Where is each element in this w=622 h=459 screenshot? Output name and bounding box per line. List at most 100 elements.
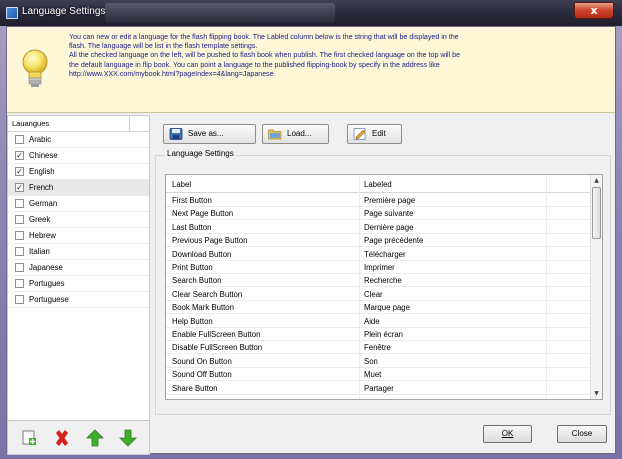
edit-button[interactable]: Edit <box>347 124 402 144</box>
column-header-label[interactable]: Label <box>172 180 191 189</box>
cell-labeled[interactable]: Plein écran <box>364 330 403 339</box>
language-item[interactable]: Portuguese <box>8 292 149 308</box>
language-checkbox[interactable] <box>15 231 24 240</box>
table-row[interactable]: Sound On Button Son <box>166 355 592 368</box>
table-header: Label Labeled <box>166 175 592 193</box>
language-checkbox[interactable] <box>15 135 24 144</box>
language-checkbox[interactable]: ✓ <box>15 151 24 160</box>
language-label: German <box>29 199 58 208</box>
title-bar[interactable]: Language Settings x <box>0 0 622 26</box>
cell-labeled[interactable]: Page suivante <box>364 209 413 218</box>
cell-labeled[interactable]: Dernière page <box>364 223 413 232</box>
language-checkbox[interactable] <box>15 263 24 272</box>
language-item[interactable]: ✓ French <box>8 180 149 196</box>
cell-labeled[interactable]: Imprimer <box>364 263 395 272</box>
load-label: Load... <box>287 129 312 138</box>
language-item[interactable]: Arabic <box>8 132 149 148</box>
cell-labeled[interactable]: Muet <box>364 370 381 379</box>
cell-label: First Button <box>172 196 212 205</box>
language-checkbox[interactable] <box>15 215 24 224</box>
cell-labeled[interactable]: Son <box>364 357 378 366</box>
language-checkbox[interactable] <box>15 199 24 208</box>
table-row[interactable]: Previous Page Button Page précédente <box>166 234 592 248</box>
cell-labeled[interactable]: Clear <box>364 290 383 299</box>
close-button[interactable]: Close <box>557 425 607 443</box>
cell-labeled[interactable]: Fenêtre <box>364 343 391 352</box>
language-settings-label: Language Settings <box>165 149 236 158</box>
table-row[interactable]: Search Button Recherche <box>166 274 592 288</box>
cell-label: Next Page Button <box>172 209 234 219</box>
table-row[interactable]: Share Button Partager <box>166 382 592 395</box>
cell-labeled[interactable]: Page précédente <box>364 236 423 245</box>
language-label: English <box>29 167 55 176</box>
scroll-thumb[interactable] <box>592 187 601 239</box>
scroll-down-icon[interactable]: ▼ <box>591 388 602 399</box>
cell-labeled[interactable]: Aide <box>364 317 380 326</box>
cell-label: Disable FullScreen Button <box>172 343 263 353</box>
language-item[interactable]: ✓ English <box>8 164 149 180</box>
language-checkbox[interactable] <box>15 247 24 256</box>
language-label: Hebrew <box>29 231 56 240</box>
cell-label: Sound On Button <box>172 356 232 366</box>
table-row[interactable]: Help Button Aide <box>166 315 592 328</box>
scroll-up-icon[interactable]: ▲ <box>591 175 602 186</box>
delete-language-icon[interactable] <box>53 429 71 447</box>
cell-labeled[interactable]: Première page <box>364 196 415 205</box>
table-row[interactable]: Download Button Télécharger <box>166 248 592 261</box>
table-scrollbar[interactable]: ▲ ▼ <box>590 175 602 399</box>
move-up-icon[interactable] <box>86 429 104 447</box>
table-row[interactable]: Print Button Imprimer <box>166 261 592 274</box>
move-down-icon[interactable] <box>119 429 137 447</box>
table-row[interactable]: Clear Search Button Clear <box>166 288 592 301</box>
ok-label: OK <box>501 429 514 438</box>
close-window-button[interactable]: x <box>574 2 614 19</box>
language-item[interactable]: Portugues <box>8 276 149 292</box>
edit-label: Edit <box>372 129 386 138</box>
save-as-button[interactable]: Save as... <box>163 124 256 144</box>
window-title: Language Settings <box>22 6 106 17</box>
title-bar-blur <box>105 3 335 23</box>
language-item[interactable]: ✓ Chinese <box>8 148 149 164</box>
cell-labeled[interactable]: Marque page <box>364 303 410 312</box>
settings-panel: Save as... Load... Edit Language Setting… <box>155 115 615 421</box>
lightbulb-icon <box>22 49 48 87</box>
cell-label: Last Button <box>172 222 212 232</box>
language-label: Italian <box>29 247 50 256</box>
cell-label: Previous Page Button <box>172 236 248 246</box>
cell-labeled[interactable]: Partager <box>364 384 394 393</box>
language-checkbox[interactable]: ✓ <box>15 183 24 192</box>
app-icon <box>6 7 18 19</box>
table-row[interactable]: Book Mark Button Marque page <box>166 301 592 315</box>
save-as-label: Save as... <box>188 129 224 138</box>
language-list-title: Lauangues <box>12 119 50 128</box>
language-item[interactable]: Italian <box>8 244 149 260</box>
table-row[interactable]: Disable FullScreen Button Fenêtre <box>166 341 592 355</box>
language-checkbox[interactable] <box>15 295 24 304</box>
language-item[interactable]: German <box>8 196 149 212</box>
table-row[interactable]: First Button Première page <box>166 194 592 207</box>
language-item[interactable]: Hebrew <box>8 228 149 244</box>
language-checkbox[interactable] <box>15 279 24 288</box>
ok-button[interactable]: OK <box>483 425 532 443</box>
cell-label: Print Button <box>172 263 213 272</box>
language-label: Japanese <box>29 263 63 272</box>
table-row[interactable]: Sound Off Button Muet <box>166 368 592 382</box>
table-row[interactable]: Next Page Button Page suivante <box>166 207 592 221</box>
column-header-labeled[interactable]: Labeled <box>364 180 392 189</box>
language-item[interactable]: Japanese <box>8 260 149 276</box>
load-button[interactable]: Load... <box>262 124 329 144</box>
folder-open-icon <box>268 129 282 140</box>
cell-label: Sound Off Button <box>172 370 232 380</box>
language-checkbox[interactable]: ✓ <box>15 167 24 176</box>
table-row[interactable]: Last Button Dernière page <box>166 221 592 234</box>
language-item[interactable]: Greek <box>8 212 149 228</box>
cell-label: Clear Search Button <box>172 289 243 299</box>
translation-table[interactable]: Label Labeled First Button Première page N… <box>165 174 603 400</box>
cell-label: Help Button <box>172 316 213 326</box>
table-row[interactable]: Enable FullScreen Button Plein écran <box>166 328 592 341</box>
language-label: Arabic <box>29 135 52 144</box>
add-language-icon[interactable] <box>20 429 38 447</box>
cell-label: Enable FullScreen Button <box>172 330 261 339</box>
cell-labeled[interactable]: Recherche <box>364 276 402 285</box>
cell-labeled[interactable]: Télécharger <box>364 250 406 259</box>
